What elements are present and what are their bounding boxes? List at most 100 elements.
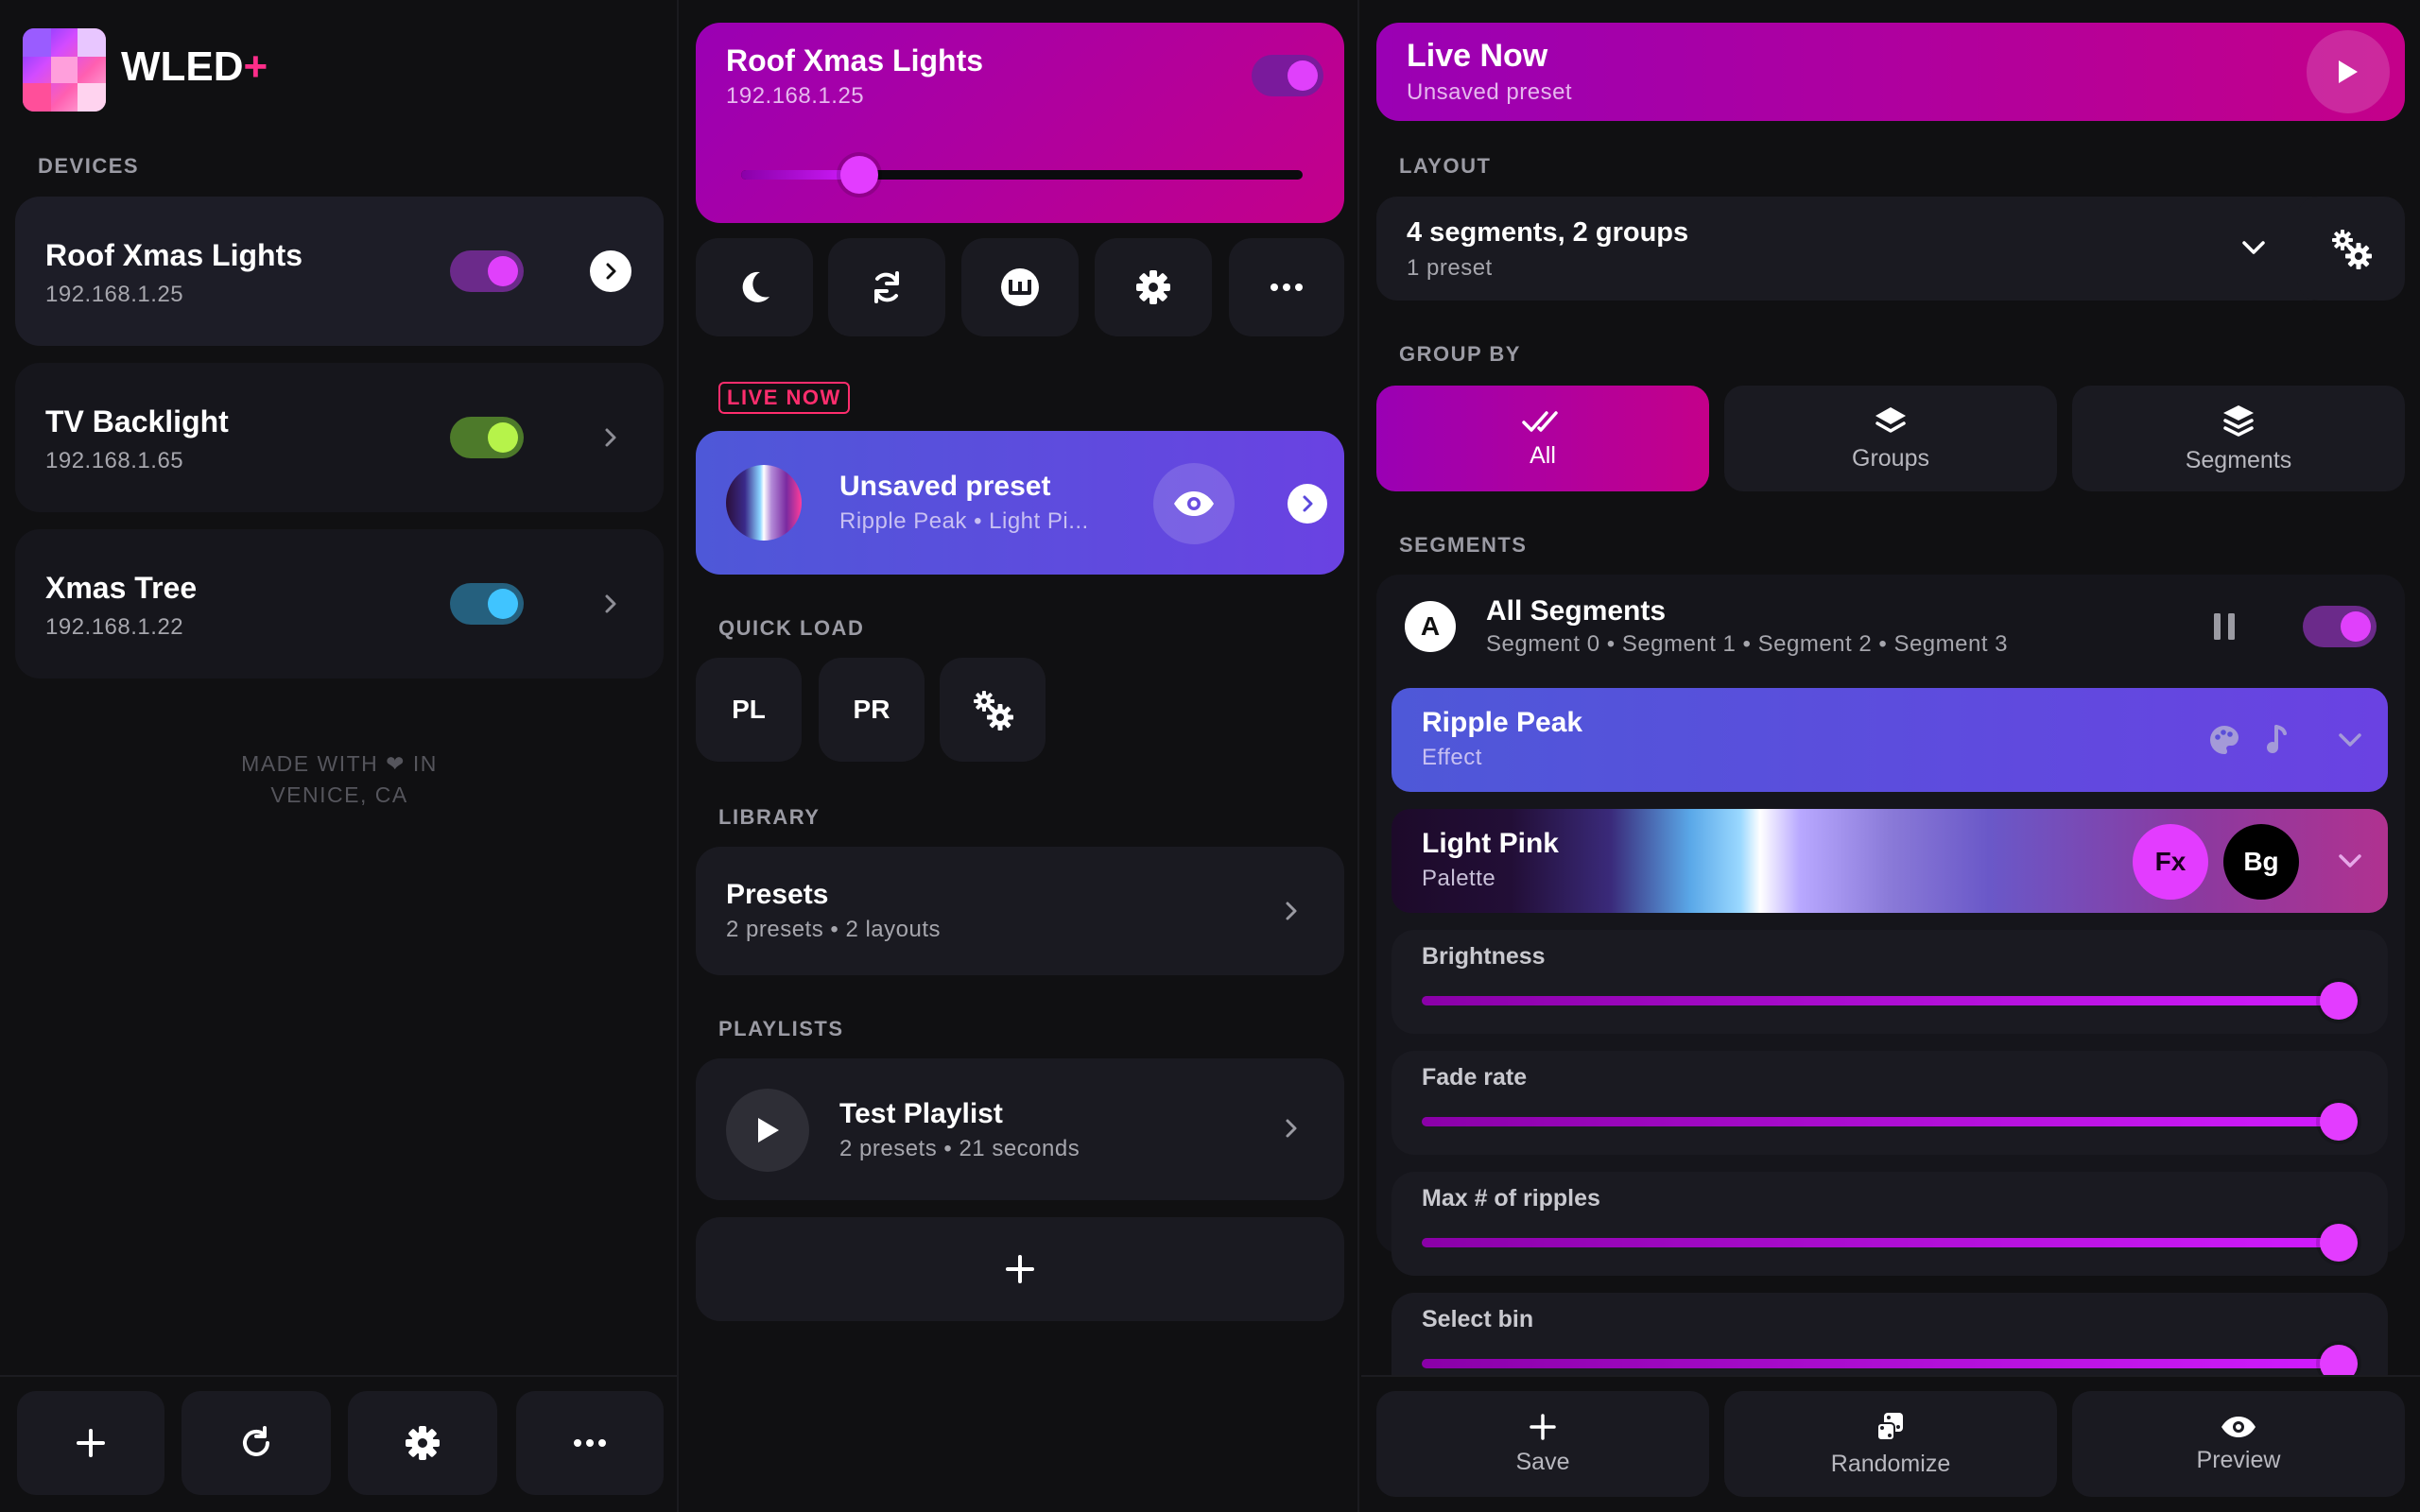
select-bin-slider[interactable] — [1422, 1345, 2358, 1383]
sync-button[interactable] — [828, 238, 945, 336]
stack-icon — [2223, 404, 2254, 437]
gear-icon — [406, 1426, 440, 1460]
chevron-right-icon[interactable] — [594, 421, 628, 455]
layout-settings-button[interactable] — [2297, 197, 2405, 301]
device-panel-name: Roof Xmas Lights — [726, 43, 984, 77]
palette-row[interactable]: Light Pink Palette Fx Bg — [1392, 809, 2388, 913]
live-preset-subtitle: Ripple Peak • Light Pi... — [839, 508, 1089, 534]
device-panel-column: Roof Xmas Lights 192.168.1.25 LIVE NOW U… — [681, 0, 1359, 1512]
fx-color-button[interactable]: Fx — [2133, 824, 2208, 900]
segments-label: SEGMENTS — [1399, 533, 1528, 557]
segment-badge: A — [1405, 601, 1456, 652]
quick-load-pl-button[interactable]: PL — [696, 658, 802, 762]
quick-load-settings-button[interactable] — [940, 658, 1046, 762]
segment-power-toggle[interactable] — [2303, 606, 2377, 647]
app-logo-icon — [23, 28, 106, 112]
chevron-right-circle-icon[interactable] — [590, 250, 631, 292]
play-icon — [758, 1118, 779, 1143]
device-power-toggle[interactable] — [450, 583, 524, 625]
double-check-icon — [1522, 410, 1558, 432]
play-icon — [2339, 60, 2358, 83]
add-playlist-button[interactable] — [696, 1217, 1344, 1321]
device-power-toggle[interactable] — [450, 250, 524, 292]
live-now-badge: LIVE NOW — [718, 382, 850, 414]
palette-icon[interactable] — [2208, 724, 2240, 756]
chevron-right-icon[interactable] — [1274, 1111, 1308, 1145]
control-fade-rate: Fade rate — [1392, 1051, 2388, 1155]
playlist-title: Test Playlist — [839, 1098, 1003, 1129]
more-button[interactable] — [516, 1391, 664, 1495]
device-ip: 192.168.1.65 — [45, 448, 184, 473]
refresh-button[interactable] — [182, 1391, 331, 1495]
effect-subtitle: Effect — [1422, 745, 1482, 770]
chevron-down-icon[interactable] — [2237, 231, 2271, 265]
chevron-down-icon[interactable] — [2337, 730, 2363, 750]
device-panel-power-toggle[interactable] — [1252, 55, 1323, 96]
playlist-card[interactable]: Test Playlist 2 presets • 21 seconds — [696, 1058, 1344, 1200]
device-card-tv-backlight[interactable]: TV Backlight 192.168.1.65 — [15, 363, 664, 512]
footer-line-1: MADE WITH ❤ IN — [241, 751, 438, 776]
preview-label: Preview — [2196, 1446, 2281, 1473]
device-name: TV Backlight — [45, 404, 229, 438]
quick-load-pr-label: PR — [853, 695, 890, 724]
chevron-right-icon[interactable] — [594, 587, 628, 621]
layout-select[interactable]: 4 segments, 2 groups 1 preset — [1376, 197, 2333, 301]
nightlight-button[interactable] — [696, 238, 813, 336]
wled-web-button[interactable] — [961, 238, 1079, 336]
device-ip: 192.168.1.25 — [45, 282, 184, 307]
chevron-right-icon[interactable] — [1274, 894, 1308, 928]
live-play-button[interactable] — [2307, 30, 2390, 113]
refresh-icon — [243, 1426, 269, 1456]
device-card-xmas-tree[interactable]: Xmas Tree 192.168.1.22 — [15, 529, 664, 679]
music-note-icon[interactable] — [2265, 724, 2290, 756]
preview-button[interactable]: Preview — [2072, 1391, 2405, 1497]
max-ripples-slider[interactable] — [1422, 1224, 2358, 1262]
app-name: WLED — [121, 43, 244, 90]
dice-icon — [1876, 1412, 1903, 1441]
gears-icon — [2332, 230, 2372, 269]
library-subtitle: 2 presets • 2 layouts — [726, 917, 942, 942]
devices-column: WLED+ DEVICES Roof Xmas Lights 192.168.1… — [0, 0, 679, 1512]
control-label: Brightness — [1422, 943, 1546, 970]
library-presets-card[interactable]: Presets 2 presets • 2 layouts — [696, 847, 1344, 975]
palette-title: Light Pink — [1422, 828, 1559, 859]
palette-subtitle: Palette — [1422, 866, 1496, 891]
play-playlist-button[interactable] — [726, 1089, 809, 1172]
made-with-footer: MADE WITH ❤ IN VENICE, CA — [0, 748, 677, 811]
master-brightness-slider[interactable] — [741, 156, 1303, 194]
library-title: Presets — [726, 879, 829, 910]
device-settings-button[interactable] — [1095, 238, 1212, 336]
live-preset-title: Unsaved preset — [839, 471, 1051, 502]
device-header-card: Roof Xmas Lights 192.168.1.25 — [696, 23, 1344, 223]
plus-icon — [1006, 1255, 1034, 1283]
bg-color-button[interactable]: Bg — [2223, 824, 2299, 900]
brightness-slider[interactable] — [1422, 982, 2358, 1020]
layers-icon — [1876, 406, 1906, 433]
preview-eye-button[interactable] — [1153, 463, 1235, 544]
randomize-button[interactable]: Randomize — [1724, 1391, 2057, 1497]
device-power-toggle[interactable] — [450, 417, 524, 458]
eye-icon — [1174, 491, 1214, 516]
group-by-segments-label: Segments — [2185, 446, 2292, 473]
device-card-roof-xmas-lights[interactable]: Roof Xmas Lights 192.168.1.25 — [15, 197, 664, 346]
add-device-button[interactable] — [17, 1391, 164, 1495]
settings-button[interactable] — [348, 1391, 497, 1495]
quick-load-pr-button[interactable]: PR — [819, 658, 925, 762]
gear-icon — [1136, 270, 1170, 304]
device-more-button[interactable] — [1229, 238, 1344, 336]
save-button[interactable]: Save — [1376, 1391, 1709, 1497]
preset-thumbnail — [726, 465, 802, 541]
wled-logo-icon — [1001, 268, 1039, 306]
group-by-groups-tab[interactable]: Groups — [1724, 386, 2057, 491]
chevron-down-icon[interactable] — [2337, 850, 2363, 871]
device-name: Roof Xmas Lights — [45, 238, 303, 272]
live-preset-card[interactable]: Unsaved preset Ripple Peak • Light Pi... — [696, 431, 1344, 575]
group-by-segments-tab[interactable]: Segments — [2072, 386, 2405, 491]
save-label: Save — [1515, 1448, 1570, 1475]
effect-row[interactable]: Ripple Peak Effect — [1392, 688, 2388, 792]
group-by-groups-label: Groups — [1852, 444, 1929, 472]
fade-rate-slider[interactable] — [1422, 1103, 2358, 1141]
group-by-all-tab[interactable]: All — [1376, 386, 1709, 491]
chevron-right-circle-icon[interactable] — [1288, 484, 1327, 524]
pause-button[interactable] — [2210, 610, 2238, 643]
